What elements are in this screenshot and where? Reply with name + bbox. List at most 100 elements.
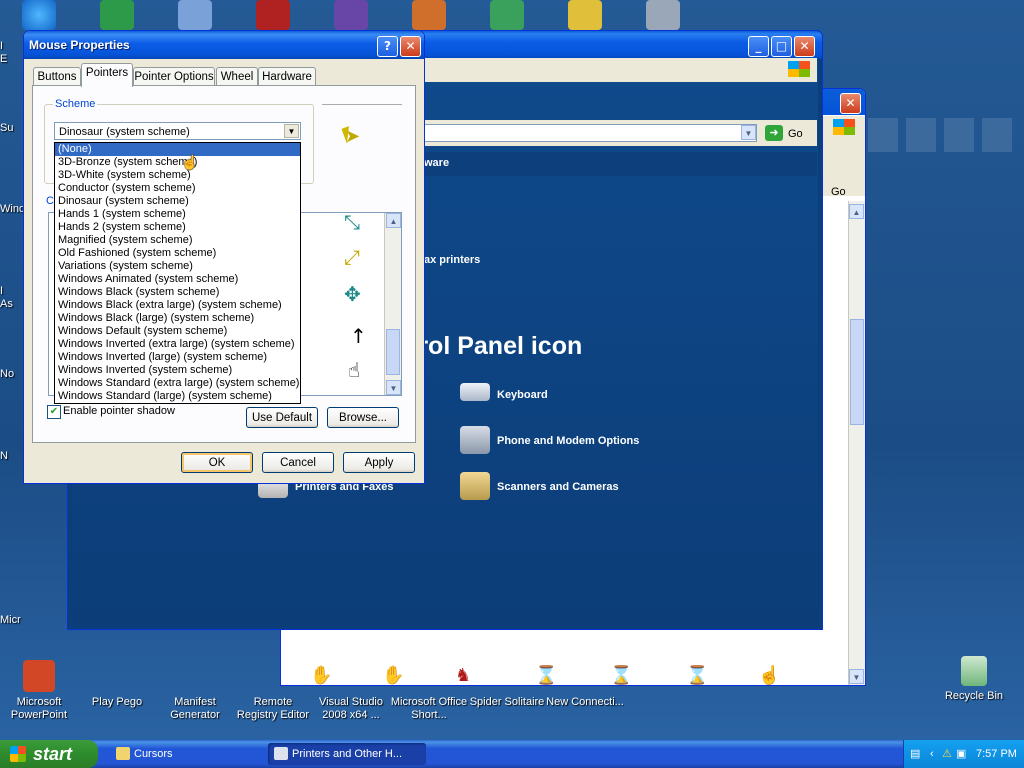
warning-tray-icon[interactable]: ⚠ bbox=[942, 740, 952, 768]
desktop-icon-powerpoint[interactable]: Microsoft PowerPoint bbox=[0, 660, 78, 722]
desktop-icon-play-pego[interactable]: Play Pego bbox=[78, 660, 156, 709]
tab-pointer-options[interactable]: Pointer Options bbox=[133, 67, 215, 86]
network-tray-icon[interactable]: ▣ bbox=[956, 740, 966, 768]
use-default-button[interactable]: Use Default bbox=[246, 407, 318, 428]
scanner-icon bbox=[460, 472, 490, 500]
scheme-option[interactable]: Hands 1 (system scheme) bbox=[55, 208, 300, 221]
maximize-button[interactable]: □ bbox=[771, 36, 792, 57]
scheme-option[interactable]: Hands 2 (system scheme) bbox=[55, 221, 300, 234]
app-icon[interactable] bbox=[100, 0, 134, 30]
address-input[interactable] bbox=[424, 124, 757, 142]
start-button[interactable]: start bbox=[0, 740, 98, 768]
close-button[interactable]: ✕ bbox=[840, 93, 861, 114]
app-icon[interactable] bbox=[412, 0, 446, 30]
desktop-icon-recycle-bin[interactable]: Recycle Bin bbox=[935, 656, 1013, 703]
scheme-option[interactable]: Windows Animated (system scheme) bbox=[55, 273, 300, 286]
app-icon[interactable] bbox=[178, 0, 212, 30]
close-button[interactable]: ✕ bbox=[400, 36, 421, 57]
hourglass-cursor-icon[interactable]: ⌛ bbox=[610, 665, 632, 686]
hourglass-cursor-icon[interactable]: ⌛ bbox=[686, 665, 708, 686]
hand-cursor-icon[interactable]: ☝ bbox=[758, 665, 780, 686]
scroll-up-arrow[interactable]: ▲ bbox=[849, 204, 864, 219]
scheme-option[interactable]: Windows Black (extra large) (system sche… bbox=[55, 299, 300, 312]
go-arrow-icon[interactable]: ➜ bbox=[765, 125, 783, 141]
horse-cursor-icon[interactable]: ♞ bbox=[455, 665, 471, 686]
tasks-banner bbox=[424, 152, 817, 176]
ok-button[interactable]: OK bbox=[181, 452, 253, 473]
ie-icon[interactable] bbox=[22, 0, 56, 30]
scheme-option[interactable]: Windows Inverted (extra large) (system s… bbox=[55, 338, 300, 351]
taskbar: start Cursors Printers and Other H... ▤ … bbox=[0, 740, 1024, 768]
scheme-option[interactable]: Conductor (system scheme) bbox=[55, 182, 300, 195]
close-button[interactable]: ✕ bbox=[794, 36, 815, 57]
scheme-option[interactable]: Windows Standard (extra large) (system s… bbox=[55, 377, 300, 390]
enable-shadow-checkbox[interactable]: ✔ bbox=[47, 405, 61, 419]
scroll-down-arrow[interactable]: ▼ bbox=[849, 669, 864, 684]
scheme-option[interactable]: Windows Default (system scheme) bbox=[55, 325, 300, 338]
scroll-thumb[interactable] bbox=[386, 329, 400, 375]
keyboard-tray-icon[interactable]: ▤ bbox=[910, 740, 920, 768]
task-printers[interactable]: Printers and Other H... bbox=[268, 743, 426, 765]
desktop-label-cut: Micr bbox=[0, 614, 21, 626]
minimize-button[interactable]: _ bbox=[748, 36, 769, 57]
vertical-scrollbar[interactable] bbox=[848, 201, 865, 685]
scheme-option[interactable]: Windows Standard (large) (system scheme) bbox=[55, 390, 300, 403]
tab-wheel[interactable]: Wheel bbox=[216, 67, 258, 86]
tab-pointers[interactable]: Pointers bbox=[81, 63, 133, 87]
tab-buttons[interactable]: Buttons bbox=[33, 67, 81, 86]
scheme-option[interactable]: (None) bbox=[55, 143, 300, 156]
scroll-up-arrow[interactable]: ▲ bbox=[386, 213, 401, 228]
scheme-option[interactable]: Windows Black (large) (system scheme) bbox=[55, 312, 300, 325]
scheme-option[interactable]: Magnified (system scheme) bbox=[55, 234, 300, 247]
keyboard-link[interactable]: Keyboard bbox=[497, 389, 548, 401]
scheme-option[interactable]: Dinosaur (system scheme) bbox=[55, 195, 300, 208]
scheme-option[interactable]: Old Fashioned (system scheme) bbox=[55, 247, 300, 260]
hourglass-cursor-icon[interactable]: ⌛ bbox=[535, 665, 557, 686]
hand-cursor-icon[interactable]: ✋ bbox=[310, 665, 332, 686]
chevron-left-icon[interactable]: ‹ bbox=[930, 740, 934, 768]
browse-button[interactable]: Browse... bbox=[327, 407, 399, 428]
scheme-option[interactable]: 3D-Bronze (system scheme) bbox=[55, 156, 300, 169]
chevron-down-icon[interactable]: ▼ bbox=[284, 124, 299, 138]
xp-logo-icon bbox=[788, 61, 810, 77]
help-button[interactable]: ? bbox=[377, 36, 398, 57]
network-icon[interactable] bbox=[490, 0, 524, 30]
scheme-dropdown-list[interactable]: (None) 3D-Bronze (system scheme) 3D-Whit… bbox=[54, 142, 301, 404]
pego-icon bbox=[101, 660, 133, 692]
tab-hardware[interactable]: Hardware bbox=[258, 67, 316, 86]
scheme-option[interactable]: Windows Black (system scheme) bbox=[55, 286, 300, 299]
cancel-button[interactable]: Cancel bbox=[262, 452, 334, 473]
control-panel-heading: trol Panel icon bbox=[410, 332, 583, 360]
scheme-select-value: Dinosaur (system scheme) bbox=[59, 126, 190, 138]
wireless-icon[interactable] bbox=[646, 0, 680, 30]
dialog-title: Mouse Properties bbox=[29, 38, 130, 52]
scanners-cameras-link[interactable]: Scanners and Cameras bbox=[497, 481, 619, 493]
scheme-select[interactable]: Dinosaur (system scheme) ▼ bbox=[54, 122, 301, 140]
dialog-titlebar[interactable]: Mouse Properties bbox=[24, 31, 424, 59]
go-button[interactable]: Go bbox=[831, 186, 846, 198]
scheme-option[interactable]: Windows Inverted (large) (system scheme) bbox=[55, 351, 300, 364]
hand-cursor-icon[interactable]: ✋ bbox=[382, 665, 404, 686]
desktop-label-cut: As bbox=[0, 298, 13, 310]
scroll-thumb[interactable] bbox=[850, 319, 864, 425]
app-icon[interactable] bbox=[568, 0, 602, 30]
desktop-label-cut: I bbox=[0, 40, 4, 52]
ole-icon[interactable] bbox=[256, 0, 290, 30]
fax-printers-link[interactable]: ax printers bbox=[424, 254, 480, 266]
apply-button[interactable]: Apply bbox=[343, 452, 415, 473]
diagonal-resize-cursor-icon: ⤡ bbox=[344, 210, 360, 234]
ce-icon[interactable] bbox=[334, 0, 368, 30]
task-cursors[interactable]: Cursors bbox=[110, 743, 262, 765]
clock[interactable]: 7:57 PM bbox=[976, 740, 1017, 768]
desktop-icon-manifest[interactable]: Manifest Generator bbox=[156, 660, 234, 722]
recycle-bin-icon bbox=[961, 656, 987, 686]
scheme-option[interactable]: 3D-White (system scheme) bbox=[55, 169, 300, 182]
scheme-option[interactable]: Variations (system scheme) bbox=[55, 260, 300, 273]
desktop-icon-label: Remote Registry Editor bbox=[236, 696, 310, 721]
address-dropdown-arrow[interactable]: ▼ bbox=[741, 125, 756, 140]
scroll-down-arrow[interactable]: ▼ bbox=[386, 380, 401, 395]
scheme-option[interactable]: Windows Inverted (system scheme) bbox=[55, 364, 300, 377]
phone-modem-link[interactable]: Phone and Modem Options bbox=[497, 435, 639, 447]
enable-shadow-label[interactable]: Enable pointer shadow bbox=[63, 405, 175, 417]
go-button[interactable]: Go bbox=[788, 128, 803, 140]
